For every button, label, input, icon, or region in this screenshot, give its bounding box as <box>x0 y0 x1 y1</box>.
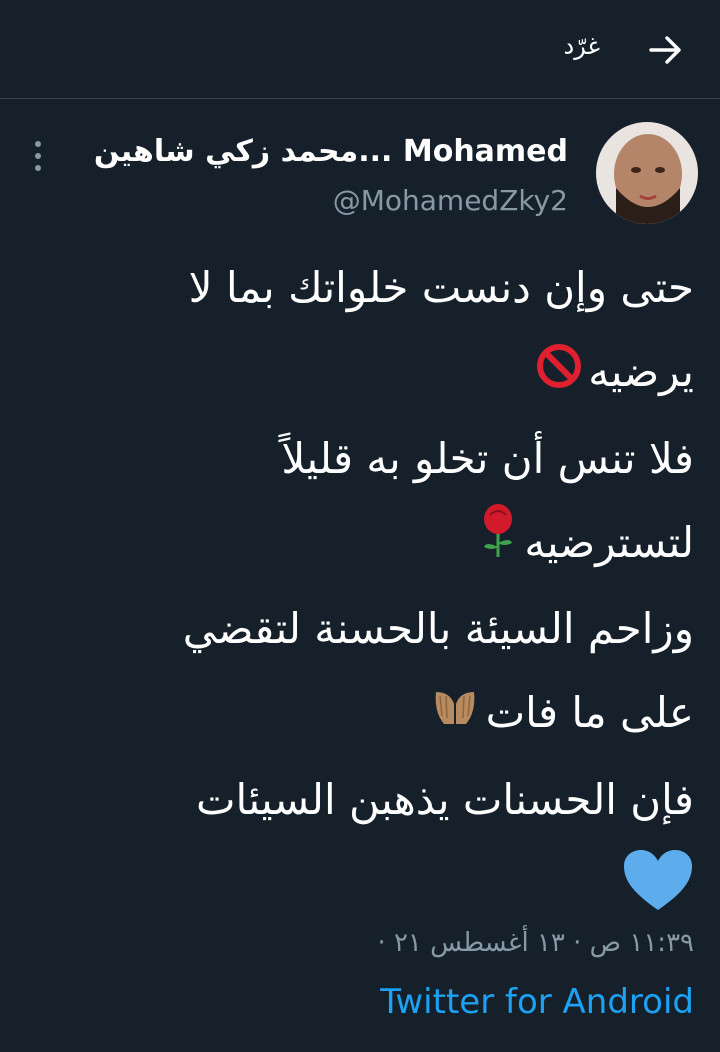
author-display-name[interactable]: محمد زكي شاهين... Mohamed <box>94 134 568 169</box>
author-handle[interactable]: @MohamedZky2 <box>333 184 568 217</box>
page-title: غرّد <box>563 32 600 60</box>
blue-heart-icon <box>622 848 694 914</box>
tweet-line: حتى وإن دنست خلواتك بما لا <box>188 263 694 312</box>
tweet-line: فإن الحسنات يذهبن السيئات <box>196 774 694 824</box>
prohibited-icon <box>536 333 582 417</box>
tweet-line: لتسترضيه <box>24 501 694 588</box>
avatar[interactable] <box>596 122 698 224</box>
more-options-icon[interactable] <box>28 136 48 176</box>
tweet-timestamp[interactable]: ١١:٣٩ ص · ١٣ أغسطس ٢١ · <box>377 928 694 958</box>
tweet-line: فلا تنس أن تخلو به قليلاً <box>281 433 694 483</box>
top-bar: غرّد <box>0 0 720 99</box>
tweet-line: يرضيه <box>24 330 694 417</box>
tweet-line: على ما فات <box>24 671 694 758</box>
tweet-source-link[interactable]: Twitter for Android <box>380 982 694 1022</box>
praying-hands-icon <box>430 674 480 758</box>
tweet-line: وزاحم السيئة بالحسنة لتقضي <box>182 604 694 653</box>
arrow-right-icon[interactable] <box>643 30 689 70</box>
tweet-text: حتى وإن دنست خلواتك بما لا يرضيه فلا تنس… <box>24 246 694 842</box>
rose-icon <box>478 503 518 587</box>
